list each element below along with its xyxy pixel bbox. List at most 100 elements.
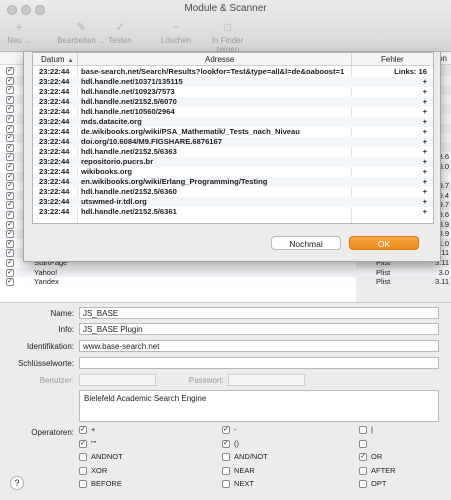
- operator-checkbox[interactable]: [359, 466, 367, 475]
- result-time: 23:22:44: [39, 107, 70, 116]
- result-row[interactable]: 23:22:44 mds.datacite.org +: [33, 117, 433, 127]
- result-row[interactable]: 23:22:44 hdl.handle.net/10560/2964 +: [33, 107, 433, 117]
- operator-checkbox[interactable]: ✓: [79, 426, 87, 434]
- edit-button[interactable]: ✎ Bearbeiten ...: [56, 20, 106, 45]
- module-enabled-checkbox[interactable]: ✓: [6, 95, 14, 104]
- module-enabled-checkbox[interactable]: ✓: [6, 230, 14, 239]
- module-enabled-checkbox[interactable]: ✓: [6, 76, 14, 85]
- module-enabled-checkbox[interactable]: ✓: [6, 249, 14, 258]
- operator-checkbox[interactable]: [79, 453, 87, 462]
- operator-checkbox[interactable]: [359, 426, 367, 434]
- result-address: hdl.handle.net/2152.5/6363: [81, 147, 177, 156]
- module-enabled-checkbox[interactable]: ✓: [6, 182, 14, 191]
- result-row[interactable]: 23:22:44 wikibooks.org +: [33, 167, 433, 177]
- password-field[interactable]: [228, 374, 305, 386]
- module-enabled-checkbox[interactable]: ✓: [6, 105, 14, 114]
- module-version: 3.11: [434, 277, 449, 287]
- result-error: +: [422, 177, 427, 186]
- module-enabled-checkbox[interactable]: ✓: [6, 163, 14, 171]
- module-list-row[interactable]: ✓ Yahoo! Plist 3.0: [0, 267, 451, 278]
- sort-up-icon: ▲: [67, 58, 74, 64]
- module-enabled-checkbox[interactable]: ✓: [6, 67, 14, 75]
- date-column-header[interactable]: Datum ▲: [41, 55, 74, 64]
- result-row[interactable]: 23:22:44 de.wikibooks.org/wiki/PSA_Mathem…: [33, 127, 433, 137]
- result-row[interactable]: 23:22:44 hdl.handle.net/2152.5/6360 +: [33, 187, 433, 197]
- module-list-row[interactable]: ✓ Yandex Plist 3.11: [0, 277, 451, 287]
- identification-field[interactable]: www.base-search.net: [79, 340, 439, 352]
- result-time: 23:22:44: [39, 117, 70, 126]
- result-row[interactable]: 23:22:44 repositorio.pucrs.br +: [33, 157, 433, 167]
- module-enabled-checkbox[interactable]: ✓: [6, 143, 14, 152]
- result-address: hdl.handle.net/10371/135115: [81, 77, 183, 86]
- module-enabled-checkbox[interactable]: ✓: [6, 220, 14, 229]
- operator-checkbox[interactable]: [359, 439, 367, 448]
- module-enabled-checkbox[interactable]: ✓: [6, 211, 14, 219]
- finder-icon: □: [223, 20, 232, 34]
- module-enabled-checkbox[interactable]: ✓: [6, 278, 14, 287]
- info-field[interactable]: JS_BASE Plugin: [79, 323, 439, 335]
- operator-label: AND/NOT: [234, 452, 268, 462]
- show-in-finder-button[interactable]: □ In Finder zeigen: [205, 20, 250, 54]
- result-error: +: [422, 197, 427, 206]
- operator-checkbox[interactable]: [79, 480, 87, 489]
- scan-results-sheet: Datum ▲ Adresse Fehler 23:22:44 base-searc…: [23, 52, 441, 262]
- result-row[interactable]: 23:22:44 base-search.net/Search/Results?l…: [33, 67, 433, 77]
- operator-label: XOR: [91, 465, 108, 475]
- test-button[interactable]: ✓ Testen: [106, 20, 134, 45]
- operator-label: +: [91, 425, 96, 434]
- operator-checkbox[interactable]: ✓: [359, 453, 367, 462]
- again-button[interactable]: Nochmal: [271, 236, 341, 250]
- description-textarea[interactable]: Bielefeld Academic Search Engine: [79, 390, 439, 422]
- module-enabled-checkbox[interactable]: ✓: [6, 268, 14, 277]
- help-button[interactable]: ?: [10, 476, 24, 490]
- result-time: 23:22:44: [39, 97, 70, 106]
- result-row[interactable]: 23:22:44 en.wikibooks.org/wiki/Erlang_Pro…: [33, 177, 433, 187]
- module-enabled-checkbox[interactable]: ✓: [6, 172, 14, 181]
- operator-checkbox[interactable]: ✓: [222, 439, 230, 448]
- operator-label: AFTER: [371, 465, 396, 475]
- module-enabled-checkbox[interactable]: ✓: [6, 259, 14, 267]
- address-column-header[interactable]: Adresse: [205, 55, 234, 64]
- delete-button[interactable]: − Löschen: [160, 20, 192, 45]
- result-error: +: [422, 117, 427, 126]
- module-enabled-checkbox[interactable]: ✓: [6, 239, 14, 248]
- result-row[interactable]: 23:22:44 hdl.handle.net/2152.5/6070 +: [33, 97, 433, 107]
- module-enabled-checkbox[interactable]: ✓: [6, 86, 14, 95]
- operator-label: -: [234, 425, 237, 434]
- result-address: base-search.net/Search/Results?lookfor=T…: [81, 67, 345, 76]
- operator-label: OR: [371, 452, 383, 462]
- operator-checkbox[interactable]: [222, 453, 230, 462]
- operator-checkbox[interactable]: [359, 480, 367, 489]
- error-column-header[interactable]: Fehler: [381, 55, 404, 64]
- result-error: Links: 16: [394, 67, 427, 76]
- operator-checkbox[interactable]: ✓: [79, 439, 87, 448]
- result-row[interactable]: 23:22:44 hdl.handle.net/2152.5/6363 +: [33, 147, 433, 157]
- result-row[interactable]: 23:22:44 hdl.handle.net/10371/135115 +: [33, 77, 433, 87]
- result-row[interactable]: 23:22:44 utswmed-ir.tdl.org +: [33, 197, 433, 207]
- new-button[interactable]: + Neu ...: [4, 20, 34, 45]
- module-enabled-checkbox[interactable]: ✓: [6, 134, 14, 143]
- module-enabled-checkbox[interactable]: ✓: [6, 115, 14, 123]
- user-field[interactable]: [79, 374, 156, 386]
- result-address: utswmed-ir.tdl.org: [81, 197, 147, 206]
- result-row[interactable]: 23:22:44 hdl.handle.net/2152.5/6361 +: [33, 207, 433, 217]
- password-label: Passwort:: [188, 376, 224, 385]
- operator-checkbox[interactable]: [79, 466, 87, 475]
- edit-button-label: Bearbeiten ...: [57, 36, 105, 45]
- name-field[interactable]: JS_BASE: [79, 307, 439, 319]
- module-type: Plist: [376, 267, 391, 277]
- module-enabled-checkbox[interactable]: ✓: [6, 201, 14, 210]
- operator-checkbox[interactable]: ✓: [222, 426, 230, 434]
- ok-button[interactable]: OK: [349, 236, 419, 250]
- keywords-field[interactable]: [79, 357, 439, 369]
- result-error: +: [422, 97, 427, 106]
- operator-checkbox[interactable]: [222, 466, 230, 475]
- check-icon: ✓: [114, 20, 126, 34]
- result-error: +: [422, 127, 427, 136]
- module-enabled-checkbox[interactable]: ✓: [6, 191, 14, 200]
- operator-checkbox[interactable]: [222, 480, 230, 489]
- result-row[interactable]: 23:22:44 doi.org/10.6084/M9.FIGSHARE.6876…: [33, 137, 433, 147]
- module-enabled-checkbox[interactable]: ✓: [6, 153, 14, 162]
- module-enabled-checkbox[interactable]: ✓: [6, 124, 14, 133]
- result-row[interactable]: 23:22:44 hdl.handle.net/10923/7573 +: [33, 87, 433, 97]
